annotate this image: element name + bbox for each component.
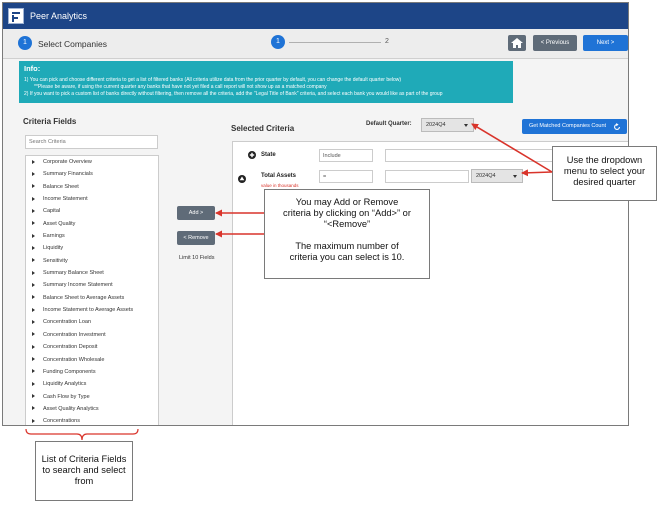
- current-step-badge: 1: [18, 36, 32, 50]
- list-item[interactable]: Summary Balance Sheet: [26, 267, 158, 279]
- top-bar: Peer Analytics: [3, 3, 628, 29]
- list-item[interactable]: Concentration Loan: [26, 316, 158, 328]
- matched-count-button[interactable]: Get Matched Companies Count: [522, 119, 627, 134]
- default-quarter-select[interactable]: 2024Q4: [421, 118, 474, 132]
- total-assets-quarter-select[interactable]: 2024Q4: [471, 169, 523, 183]
- list-item[interactable]: Asset Quality Analytics: [26, 403, 158, 415]
- info-line: 2) If you want to pick a custom list of …: [24, 91, 443, 97]
- quarter-callout: Use the dropdown menu to select your des…: [552, 146, 657, 201]
- list-item[interactable]: Liquidity: [26, 242, 158, 254]
- triangle-right-icon: [32, 394, 35, 399]
- step-1-indicator[interactable]: 1: [271, 35, 285, 49]
- list-item[interactable]: Concentrations: [26, 415, 158, 425]
- list-item[interactable]: Income Statement to Average Assets: [26, 304, 158, 316]
- info-line: 1) You can pick and choose different cri…: [24, 77, 402, 83]
- plus-circle-icon[interactable]: [248, 151, 256, 159]
- triangle-right-icon: [32, 418, 35, 423]
- search-criteria-input[interactable]: [25, 135, 158, 149]
- up-circle-icon[interactable]: [238, 175, 246, 183]
- home-button[interactable]: [508, 35, 526, 51]
- triangle-right-icon: [32, 258, 35, 263]
- triangle-right-icon: [32, 344, 35, 349]
- triangle-right-icon: [32, 357, 35, 362]
- remove-button[interactable]: < Remove: [177, 231, 215, 245]
- default-quarter-label: Default Quarter:: [366, 121, 412, 127]
- triangle-right-icon: [32, 381, 35, 386]
- triangle-right-icon: [32, 295, 35, 300]
- triangle-right-icon: [32, 196, 35, 201]
- triangle-right-icon: [32, 406, 35, 411]
- triangle-right-icon: [32, 270, 35, 275]
- add-remove-callout: You may Add or Remove criteria by clicki…: [264, 189, 430, 279]
- list-item[interactable]: Concentration Investment: [26, 329, 158, 341]
- caret-icon: [464, 124, 468, 127]
- caret-icon: [513, 175, 517, 178]
- criterion-total-assets-label: Total Assets: [261, 173, 297, 179]
- home-icon: [511, 38, 523, 48]
- triangle-right-icon: [32, 307, 35, 312]
- list-item[interactable]: Summary Financials: [26, 168, 158, 180]
- info-line: **Please be aware, if using the current …: [34, 84, 327, 90]
- criteria-list[interactable]: Corporate Overview Summary Financials Ba…: [25, 155, 159, 425]
- list-item[interactable]: Sensitivity: [26, 255, 158, 267]
- criteria-fields-heading: Criteria Fields: [23, 117, 77, 126]
- list-item[interactable]: Funding Components: [26, 366, 158, 378]
- info-title: Info:: [24, 64, 41, 73]
- list-item[interactable]: Income Statement: [26, 193, 158, 205]
- triangle-right-icon: [32, 221, 35, 226]
- triangle-right-icon: [32, 245, 35, 250]
- list-item[interactable]: Corporate Overview: [26, 156, 158, 168]
- total-assets-operator-field[interactable]: =: [319, 170, 373, 183]
- list-item[interactable]: Concentration Deposit: [26, 341, 158, 353]
- triangle-right-icon: [32, 282, 35, 287]
- triangle-right-icon: [32, 184, 35, 189]
- list-item[interactable]: Earnings: [26, 230, 158, 242]
- list-item[interactable]: Balance Sheet: [26, 181, 158, 193]
- limit-text: Limit 10 Fields: [179, 255, 215, 261]
- state-operator-field[interactable]: Include: [319, 149, 373, 162]
- total-assets-unit-note: value in thousands: [261, 183, 299, 188]
- criterion-state-label: State: [261, 152, 276, 158]
- triangle-right-icon: [32, 159, 35, 164]
- triangle-right-icon: [32, 320, 35, 325]
- list-item[interactable]: Balance Sheet to Average Assets: [26, 292, 158, 304]
- triangle-right-icon: [32, 233, 35, 238]
- triangle-right-icon: [32, 171, 35, 176]
- add-button[interactable]: Add >: [177, 206, 215, 220]
- selected-criteria-heading: Selected Criteria: [231, 124, 295, 133]
- list-item[interactable]: Asset Quality: [26, 218, 158, 230]
- list-item[interactable]: Concentration Wholesale: [26, 354, 158, 366]
- list-item[interactable]: Capital: [26, 205, 158, 217]
- criteria-list-brace: [25, 428, 139, 441]
- step-progress-line: [289, 42, 381, 43]
- triangle-right-icon: [32, 369, 35, 374]
- total-assets-value-field[interactable]: [385, 170, 469, 183]
- page-title: Select Companies: [38, 39, 107, 49]
- step-2-indicator[interactable]: 2: [385, 38, 389, 45]
- triangle-right-icon: [32, 208, 35, 213]
- triangle-right-icon: [32, 332, 35, 337]
- previous-button[interactable]: < Previous: [533, 35, 577, 51]
- list-item[interactable]: Liquidity Analytics: [26, 378, 158, 390]
- refresh-icon: [614, 122, 620, 130]
- logo-icon: [8, 8, 24, 24]
- criteria-list-callout: List of Criteria Fields to search and se…: [35, 441, 133, 501]
- next-button[interactable]: Next >: [583, 35, 628, 51]
- info-banner: Info: 1) You can pick and choose differe…: [19, 61, 513, 103]
- app-title: Peer Analytics: [30, 11, 88, 21]
- list-item[interactable]: Cash Flow by Type: [26, 391, 158, 403]
- list-item[interactable]: Summary Income Statement: [26, 279, 158, 291]
- step-bar: 1 Select Companies 1 2 < Previous Next >: [3, 29, 628, 59]
